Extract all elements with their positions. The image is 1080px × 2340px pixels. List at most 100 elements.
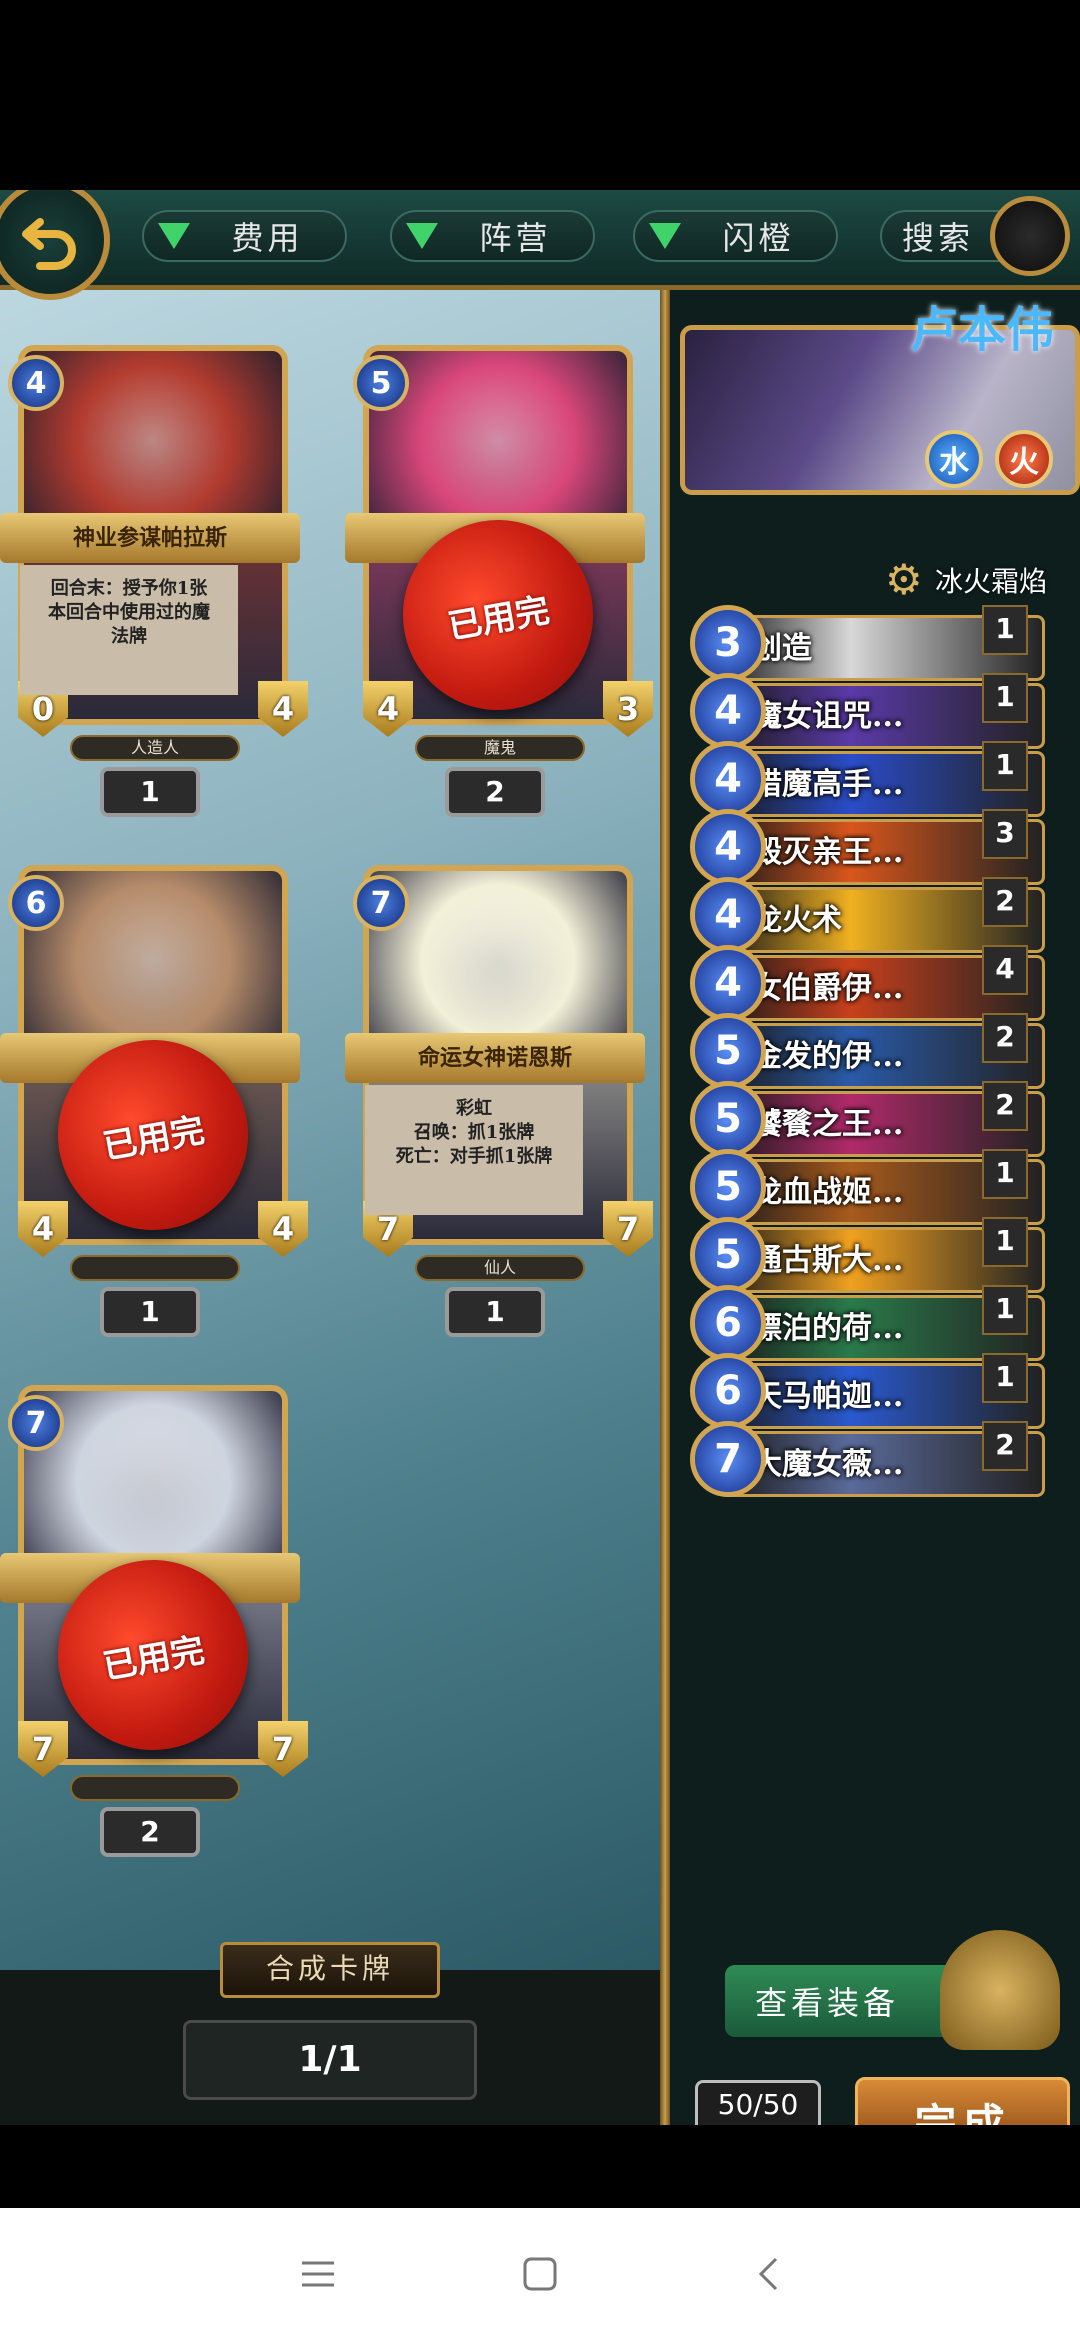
deck-list-item[interactable]: 猎魔高手... 1 4 — [690, 741, 1045, 819]
card-tile[interactable]: 大 7 7 7 2已用完 — [0, 1375, 308, 1857]
menu-icon[interactable] — [288, 2244, 348, 2304]
deck-card-count: 50/50 卡牌 — [695, 2080, 821, 2125]
filter-faction[interactable]: 阵营 — [390, 210, 595, 262]
filter-flash-label: 闪橙 — [722, 219, 795, 257]
triangle-down-icon — [158, 223, 190, 249]
deck-item-cost: 6 — [690, 1353, 766, 1429]
card-tile[interactable]: 天 6 4 4 1已用完 — [0, 855, 308, 1337]
card-effect-text: 彩虹 召唤：抓1张牌 死亡：对手抓1张牌 — [365, 1085, 583, 1215]
deck-name: 卢本伟 — [910, 302, 1055, 358]
done-button[interactable]: 完成 — [855, 2077, 1070, 2125]
card-name: 神业参谋帕拉斯 — [0, 513, 300, 563]
compose-card-button[interactable]: 合成卡牌 — [220, 1942, 440, 1998]
deck-item-name: 魔女诅咒... — [752, 699, 904, 734]
deck-item-count: 2 — [982, 877, 1028, 927]
element-fire-icon: 火 — [995, 430, 1053, 488]
card-tile[interactable]: 饕餮 5 4 3 魔鬼 2已用完 — [345, 335, 653, 817]
card-race: 仙人 — [415, 1255, 585, 1281]
deck-item-name: 饕餮之王... — [752, 1107, 904, 1142]
deck-item-count: 2 — [982, 1081, 1028, 1131]
filter-cost-label: 费用 — [231, 219, 304, 257]
card-effect-line: 召唤：抓1张牌 — [413, 1122, 535, 1143]
back-nav-icon[interactable] — [738, 2244, 798, 2304]
triangle-down-icon — [649, 223, 681, 249]
deck-item-name: 漂泊的荷... — [752, 1311, 904, 1346]
card-effect-line: 死亡：对手抓1张牌 — [395, 1146, 553, 1167]
deck-item-cost: 4 — [690, 741, 766, 817]
helmet-icon — [940, 1930, 1060, 2050]
deck-list-item[interactable]: 金发的伊... 2 5 — [690, 1013, 1045, 1091]
deck-list-item[interactable]: 创造 1 3 — [690, 605, 1045, 683]
deck-list-item[interactable]: 饕餮之王... 2 5 — [690, 1081, 1045, 1159]
card-name: 命运女神诺恩斯 — [345, 1033, 645, 1083]
deck-list-item[interactable]: 漂泊的荷... 1 6 — [690, 1285, 1045, 1363]
card-owned-count: 2 — [100, 1807, 200, 1857]
search-icon[interactable] — [990, 196, 1070, 276]
card-cost: 7 — [8, 1395, 64, 1451]
card-attack: 7 — [18, 1721, 68, 1777]
card-owned-count: 1 — [100, 767, 200, 817]
deck-list-item[interactable]: 龙火术 2 4 — [690, 877, 1045, 955]
deck-item-cost: 5 — [690, 1013, 766, 1089]
deck-card-count-label: 卡牌 — [698, 2123, 818, 2125]
deck-item-count: 1 — [982, 673, 1028, 723]
deck-item-cost: 5 — [690, 1149, 766, 1225]
card-cost: 4 — [8, 355, 64, 411]
deck-item-name: 大魔女薇... — [752, 1447, 904, 1482]
deck-list-item[interactable]: 大魔女薇... 2 7 — [690, 1421, 1045, 1499]
deck-list-item[interactable]: 天马帕迦... 1 6 — [690, 1353, 1045, 1431]
deck-item-name: 通古斯大... — [752, 1243, 904, 1278]
card-cost: 5 — [353, 355, 409, 411]
card-race — [70, 1775, 240, 1801]
card-tile[interactable]: 神业参谋帕拉斯 4 0 4 人造人 1 回合末：授予你1张 本回合中使用过的魔 法牌 — [0, 335, 308, 817]
deck-item-cost: 4 — [690, 877, 766, 953]
card-owned-count: 2 — [445, 767, 545, 817]
filter-faction-label: 阵营 — [479, 219, 552, 257]
deck-item-cost: 4 — [690, 945, 766, 1021]
card-effect-text: 回合末：授予你1张 本回合中使用过的魔 法牌 — [20, 565, 238, 695]
deck-item-name: 猎魔高手... — [752, 767, 904, 802]
back-button[interactable] — [0, 190, 110, 300]
deck-item-count: 1 — [982, 605, 1028, 655]
card-owned-count: 1 — [445, 1287, 545, 1337]
used-up-label: 已用完 — [99, 1109, 208, 1167]
deck-item-count: 1 — [982, 1217, 1028, 1267]
deck-list-item[interactable]: 通古斯大... 1 5 — [690, 1217, 1045, 1295]
deck-item-count: 1 — [982, 741, 1028, 791]
used-up-label: 已用完 — [99, 1629, 208, 1687]
deck-list-item[interactable]: 女伯爵伊... 4 4 — [690, 945, 1045, 1023]
deck-item-count: 3 — [982, 809, 1028, 859]
card-health: 4 — [258, 1201, 308, 1257]
deck-item-count: 4 — [982, 945, 1028, 995]
card-effect-line: 法牌 — [111, 626, 147, 647]
deck-item-cost: 4 — [690, 809, 766, 885]
card-health: 3 — [603, 681, 653, 737]
deck-item-cost: 3 — [690, 605, 766, 681]
card-owned-count: 1 — [100, 1287, 200, 1337]
card-race — [70, 1255, 240, 1281]
deck-item-cost: 6 — [690, 1285, 766, 1361]
filter-flash[interactable]: 闪橙 — [633, 210, 838, 262]
card-cost: 7 — [353, 875, 409, 931]
card-cost: 6 — [8, 875, 64, 931]
card-attack: 4 — [18, 1201, 68, 1257]
deck-item-count: 2 — [982, 1421, 1028, 1471]
deck-list-item[interactable]: 毁灭亲王... 3 4 — [690, 809, 1045, 887]
game-area: 神业参谋帕拉斯 4 0 4 人造人 1 回合末：授予你1张 本回合中使用过的魔 法牌 … — [0, 190, 1080, 2125]
deck-item-count: 1 — [982, 1149, 1028, 1199]
card-collection-panel[interactable]: 神业参谋帕拉斯 4 0 4 人造人 1 回合末：授予你1张 本回合中使用过的魔 法牌 … — [0, 290, 665, 1970]
deck-item-name: 毁灭亲王... — [752, 835, 904, 870]
card-tile[interactable]: 命运女神诺恩斯 7 7 7 仙人 1 彩虹 召唤：抓1张牌 死亡：对手抓1张牌 — [345, 855, 653, 1337]
system-nav-bar — [0, 2208, 1080, 2340]
deck-item-count: 1 — [982, 1353, 1028, 1403]
deck-list-item[interactable]: 龙血战姬... 1 5 — [690, 1149, 1045, 1227]
home-icon[interactable] — [510, 2244, 570, 2304]
deck-item-name: 龙血战姬... — [752, 1175, 904, 1210]
filter-cost[interactable]: 费用 — [142, 210, 347, 262]
deck-list-item[interactable]: 魔女诅咒... 1 4 — [690, 673, 1045, 751]
deck-subtitle: 冰火霜焰 — [935, 565, 1048, 598]
card-health: 4 — [258, 681, 308, 737]
card-health: 7 — [258, 1721, 308, 1777]
card-health: 7 — [603, 1201, 653, 1257]
deck-item-name: 金发的伊... — [752, 1039, 904, 1074]
